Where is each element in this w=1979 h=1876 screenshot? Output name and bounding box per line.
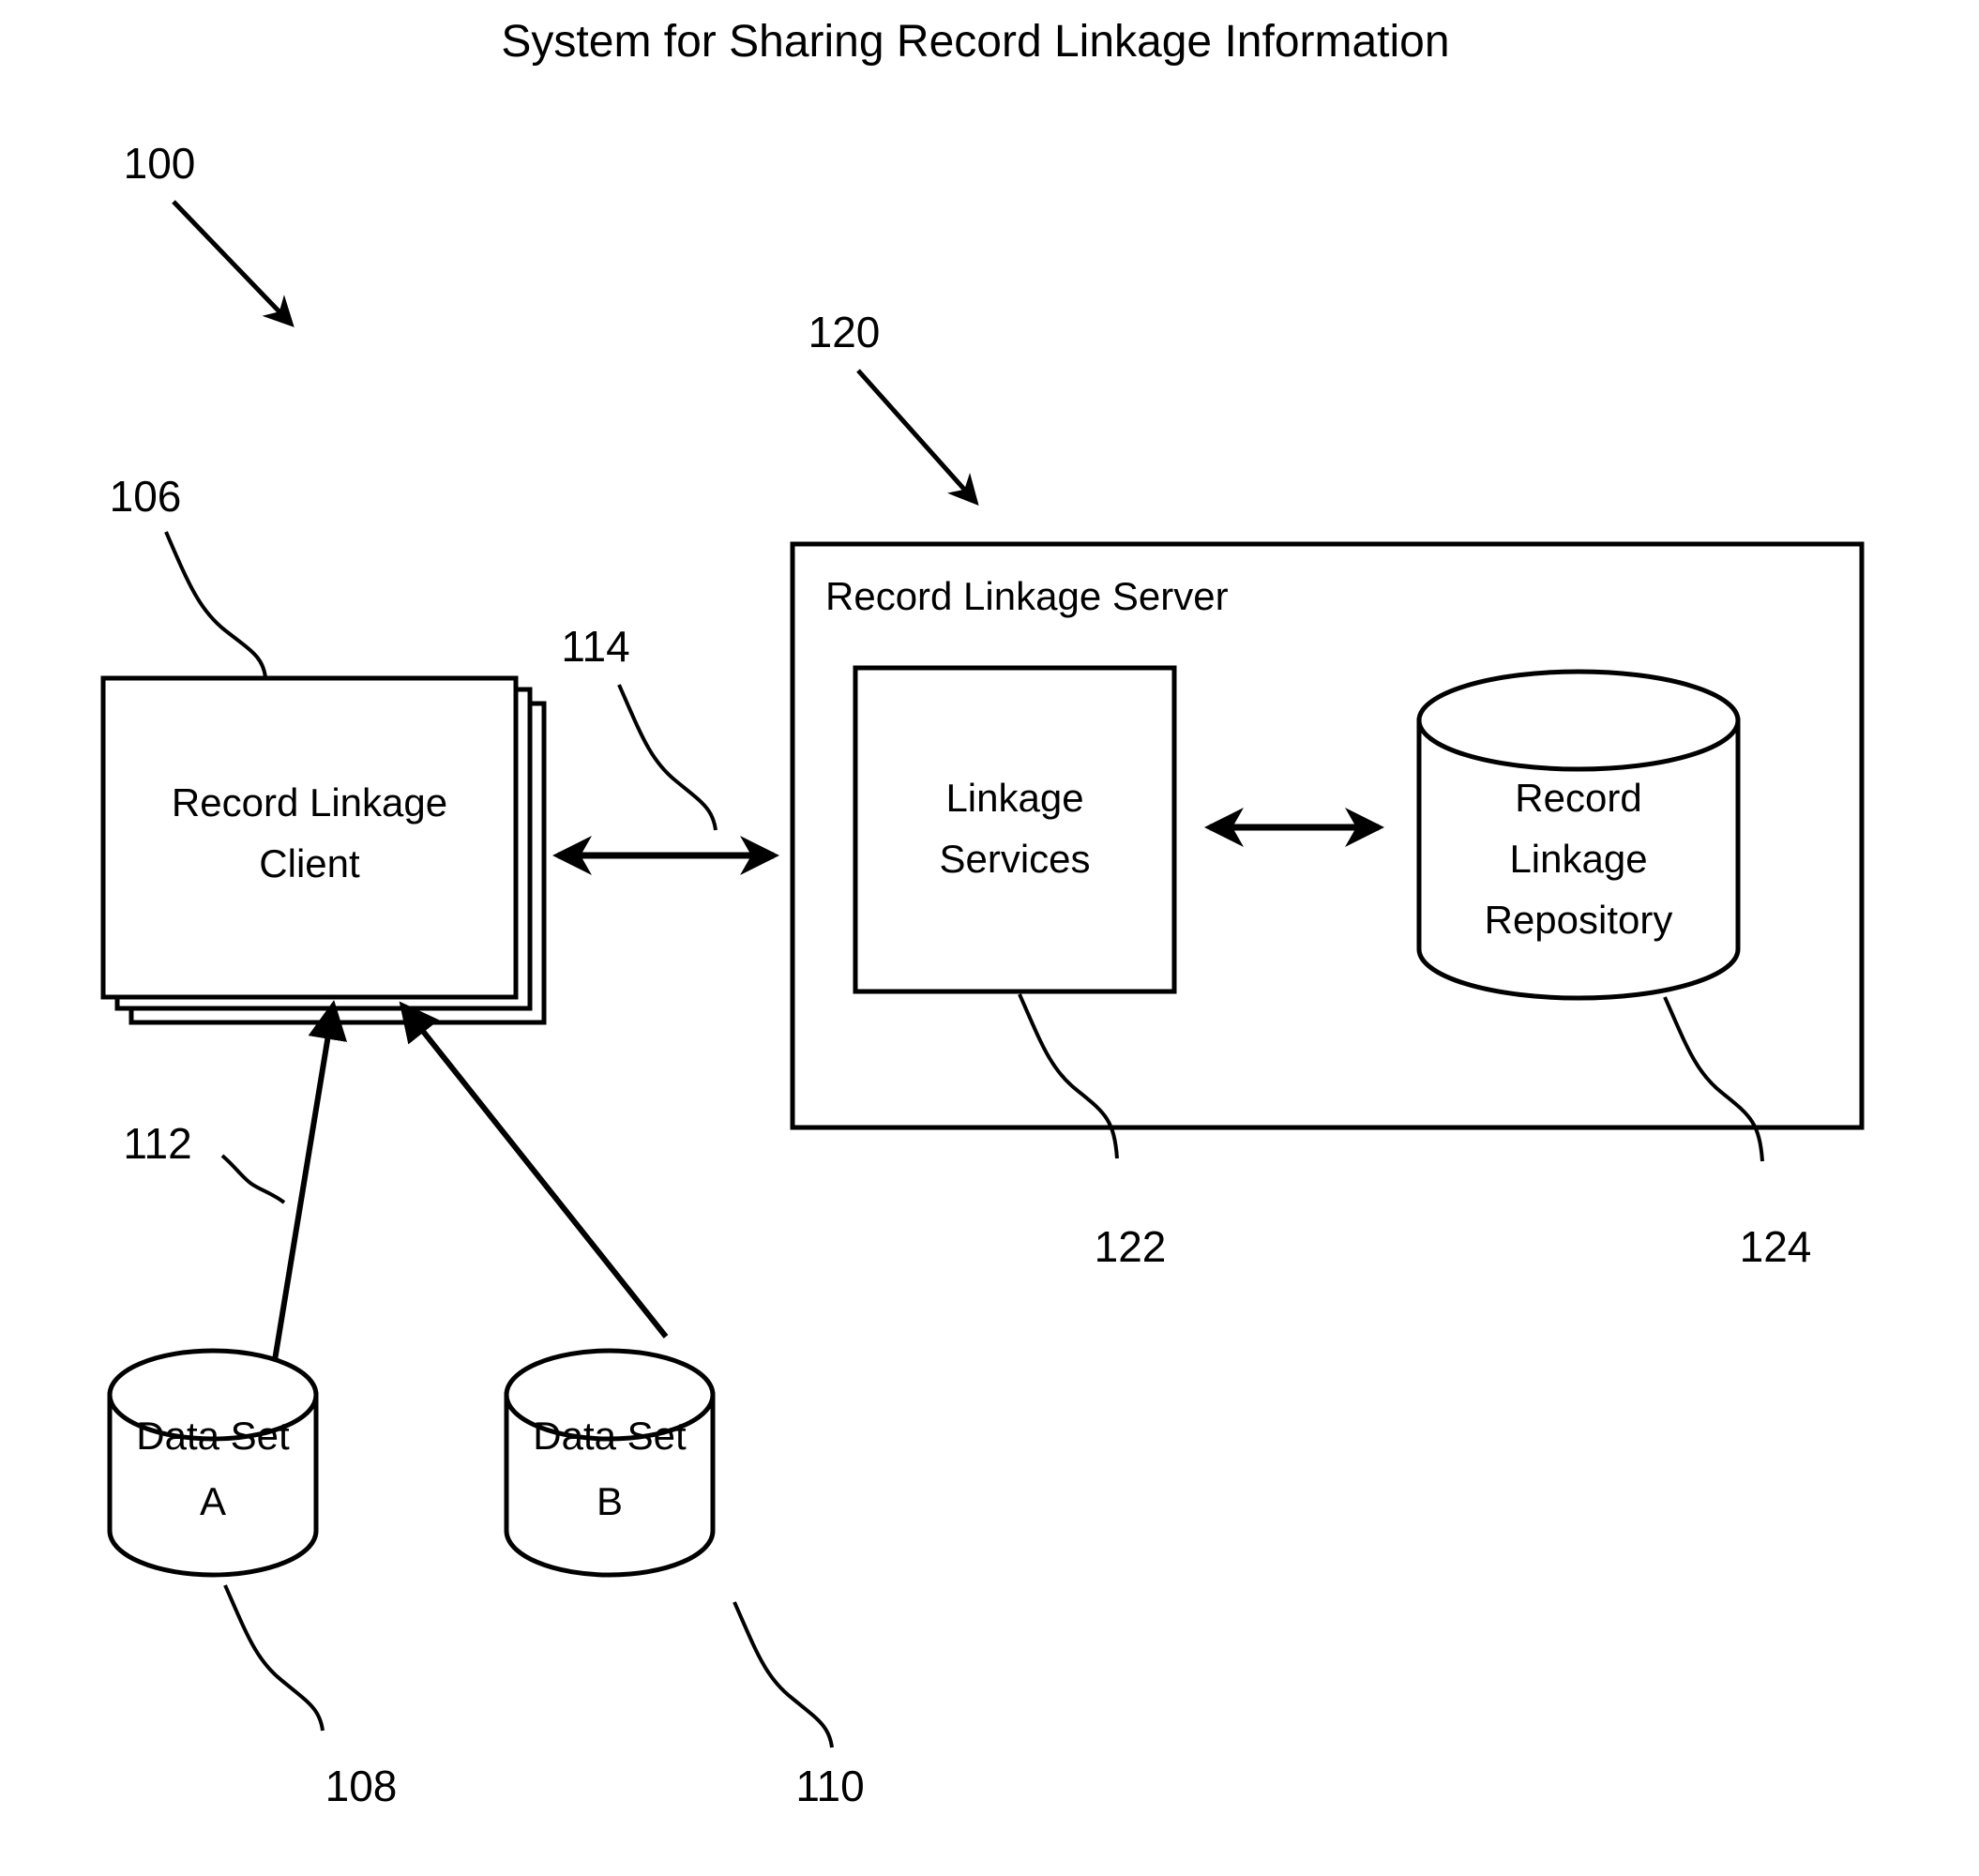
figure-title: System for Sharing Record Linkage Inform… — [501, 17, 1449, 67]
ref-numeral-124: 124 — [1740, 1222, 1812, 1271]
data-set-b-label-line2: B — [597, 1479, 623, 1523]
repository-cylinder[interactable] — [1416, 669, 1741, 1001]
client-box[interactable] — [100, 675, 519, 1000]
connector-dataset-a-to-client — [272, 1000, 348, 1361]
ref-leader-110 — [733, 1601, 834, 1748]
connector-dataset-b-to-client — [399, 1001, 669, 1339]
repository-label-line3: Repository — [1485, 898, 1673, 942]
ref-leader-112 — [220, 1154, 286, 1204]
ref-numeral-122: 122 — [1095, 1222, 1167, 1271]
ref-numeral-106: 106 — [110, 472, 182, 521]
data-set-a-cylinder[interactable] — [107, 1348, 319, 1578]
data-set-a-label-line1: Data Set — [136, 1414, 290, 1458]
ref-leader-108 — [223, 1584, 325, 1732]
figure-canvas: System for Sharing Record Linkage Inform… — [0, 0, 1979, 1876]
repository-cylinder-top — [1416, 669, 1741, 772]
repository-label-line2: Linkage — [1509, 837, 1647, 881]
record-linkage-system-diagram: System for Sharing Record Linkage Inform… — [100, 17, 1865, 1810]
ref-numeral-108: 108 — [325, 1762, 398, 1810]
ref-leader-106 — [164, 531, 267, 678]
ref-numeral-110: 110 — [795, 1762, 864, 1810]
linkage-services-box[interactable] — [853, 665, 1177, 994]
ref-leader-114 — [617, 684, 718, 831]
repository-label-line1: Record — [1515, 776, 1641, 820]
ref-numeral-100: 100 — [124, 139, 196, 188]
data-set-b-cylinder[interactable] — [504, 1348, 716, 1578]
ref-leader-100 — [172, 200, 295, 327]
linkage-services-label-line1: Linkage — [945, 776, 1083, 820]
client-label-line1: Record Linkage — [172, 780, 447, 825]
client-label-line2: Client — [259, 841, 360, 885]
server-label: Record Linkage Server — [825, 574, 1229, 618]
linkage-services-label-line2: Services — [939, 837, 1090, 881]
data-set-b-label-line1: Data Set — [533, 1414, 687, 1458]
ref-numeral-120: 120 — [808, 308, 881, 356]
data-set-a-label-line2: A — [200, 1479, 226, 1523]
ref-numeral-112: 112 — [123, 1119, 191, 1168]
ref-leader-120 — [856, 369, 979, 507]
ref-numeral-114: 114 — [561, 622, 629, 671]
